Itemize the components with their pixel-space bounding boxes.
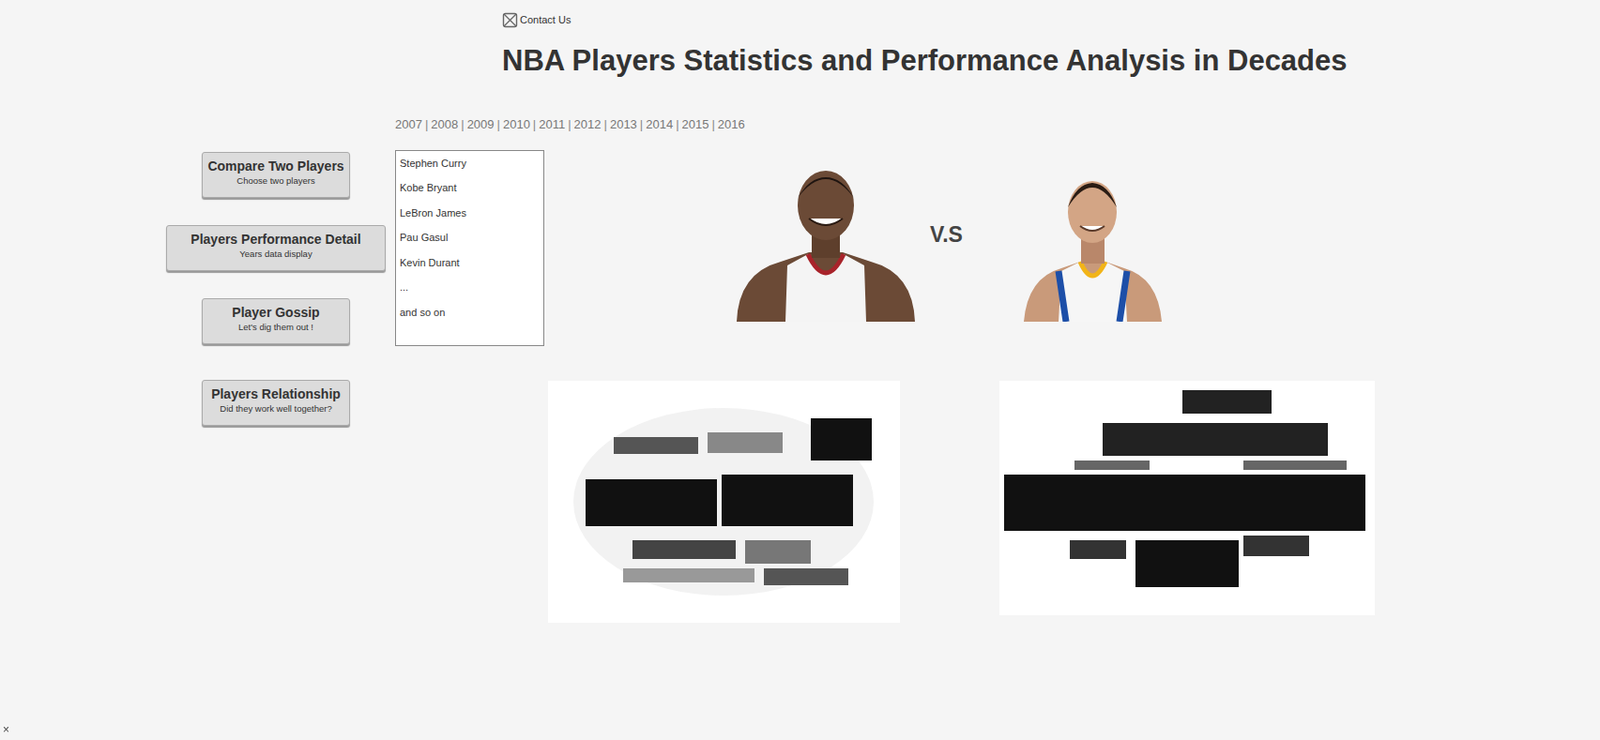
year-separator: | [637,117,646,132]
word-cloud-icon [548,380,900,624]
year-link[interactable]: 2008 [430,117,458,132]
year-separator: | [422,117,431,132]
player-photo-icon [729,160,923,322]
word-cloud-icon [999,380,1375,616]
menu-button-title[interactable]: Players Performance Detail [170,230,381,248]
year-link[interactable]: 2015 [682,117,710,132]
menu-button[interactable]: Player GossipLet's dig them out ! [201,298,351,345]
year-separator: | [457,117,467,132]
content-area: V.S [548,150,1375,624]
contact-link[interactable]: Contact Us [502,12,1600,29]
word-clouds [548,380,1375,624]
menu-button-title[interactable]: Players Relationship [206,385,346,403]
year-link[interactable]: 2011 [538,117,565,132]
year-separator: | [494,117,503,132]
close-button[interactable]: × [2,721,10,739]
menu-button-subtitle[interactable]: Let's dig them out ! [206,320,346,334]
page-header: Contact Us NBA Players Statistics and Per… [502,12,1600,78]
year-link[interactable]: 2009 [467,117,495,132]
year-link[interactable]: 2007 [395,117,423,132]
player-item[interactable]: Kevin Durant [399,254,540,272]
menu-button-subtitle[interactable]: Did they work well together? [206,402,346,415]
menu-button[interactable]: Compare Two PlayersChoose two players [201,152,351,199]
menu-column: Compare Two PlayersChoose two players Pla… [164,152,388,624]
player-item[interactable]: Stephen Curry [399,154,540,172]
menu-button-title[interactable]: Player Gossip [206,304,346,321]
year-link[interactable]: 2013 [609,117,638,132]
player-photo-icon [1014,160,1172,322]
player-photos: V.S [548,160,1375,322]
year-link[interactable]: 2014 [645,117,673,132]
menu-button[interactable]: Players RelationshipDid they work well t… [201,380,351,427]
player-list[interactable]: Stephen Curry Kobe Bryant LeBron James Pau … [395,150,545,347]
player-item[interactable]: LeBron James [399,204,540,222]
year-link[interactable]: 2012 [574,117,602,132]
year-separator: | [601,117,610,132]
year-link[interactable]: 2016 [717,117,746,132]
year-separator: | [672,117,682,132]
year-separator: | [708,117,717,132]
word-cloud-image [999,380,1375,616]
menu-button-subtitle[interactable]: Years data display [170,247,381,260]
menu-button-subtitle[interactable]: Choose two players [206,174,346,187]
year-separator: | [530,117,539,132]
year-separator: | [564,117,574,132]
main-area: Compare Two PlayersChoose two players Pla… [0,150,1600,624]
mail-icon [502,12,519,29]
year-bar: 2007|2008|2009|2010|2011|2012|2013|2014|… [395,115,1600,135]
player-item[interactable]: Pau Gasul [399,228,540,246]
page-title: NBA Players Statistics and Performance A… [502,43,1600,78]
word-cloud-image [548,380,900,624]
menu-button-title[interactable]: Compare Two Players [206,157,346,175]
player-item[interactable]: ... [399,278,540,296]
player-item[interactable]: and so on [399,304,540,321]
menu-button[interactable]: Players Performance DetailYears data dis… [166,225,386,272]
year-link[interactable]: 2010 [502,117,531,132]
player-item[interactable]: Kobe Bryant [399,179,540,197]
contact-label[interactable]: Contact Us [519,12,571,29]
